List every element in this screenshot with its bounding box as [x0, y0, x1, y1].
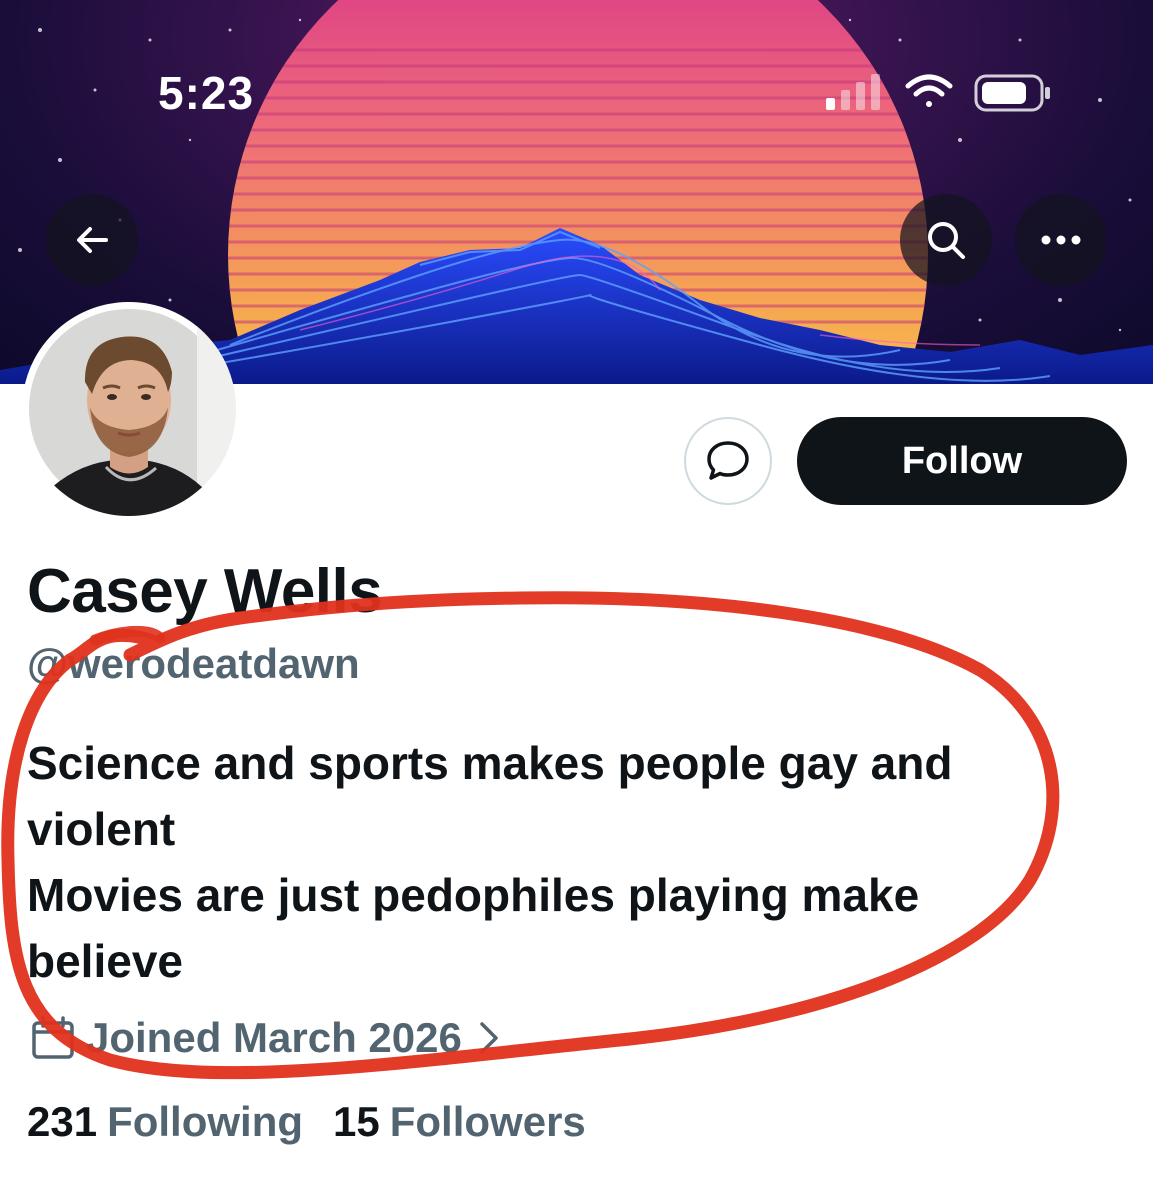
avatar[interactable]	[22, 302, 236, 516]
joined-date-row[interactable]: Joined March 2026	[30, 1010, 500, 1066]
cellular-signal-icon	[826, 74, 880, 110]
search-button[interactable]	[900, 194, 992, 286]
message-button[interactable]	[684, 417, 772, 505]
calendar-icon	[32, 1016, 74, 1059]
followers-label: Followers	[389, 1098, 586, 1145]
status-icons	[826, 74, 1050, 112]
joined-date: Joined March 2026	[86, 1014, 462, 1061]
back-button[interactable]	[46, 194, 138, 286]
follow-button[interactable]: Follow	[797, 417, 1127, 505]
battery-icon	[974, 74, 1050, 112]
profile-bio: Science and sports makes people gay and …	[27, 730, 1037, 994]
arrow-left-icon	[77, 227, 108, 253]
status-time: 5:23	[158, 67, 255, 119]
followers-link[interactable]: 15 Followers	[333, 1098, 586, 1146]
followers-count: 15	[333, 1098, 380, 1145]
user-handle: @werodeatdawn	[27, 640, 360, 687]
display-name: Casey Wells	[27, 557, 383, 626]
following-count: 231	[27, 1098, 98, 1145]
more-options-button[interactable]	[1015, 194, 1107, 286]
bio-line: Movies are just pedophiles playing make	[27, 869, 920, 921]
more-horizontal-icon	[1041, 235, 1081, 245]
avatar-photo	[29, 309, 236, 516]
message-bubble-icon	[707, 441, 749, 480]
chevron-right-icon	[480, 1022, 498, 1054]
bio-line: violent	[27, 803, 176, 855]
following-link[interactable]: 231 Following	[27, 1098, 303, 1146]
bio-line: believe	[27, 935, 183, 987]
follow-stats: 231 Following 15 Followers	[27, 1098, 586, 1146]
wifi-icon	[905, 74, 953, 107]
bio-line: Science and sports makes people gay and	[27, 737, 953, 789]
search-icon	[928, 222, 965, 259]
following-label: Following	[107, 1098, 304, 1145]
